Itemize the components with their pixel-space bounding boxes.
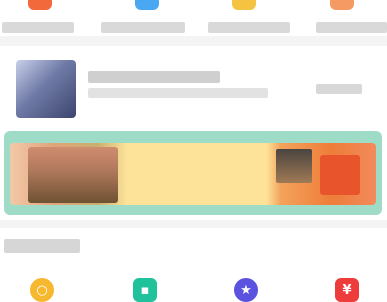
section-divider — [0, 36, 387, 46]
banner-image — [10, 143, 376, 205]
yen-icon[interactable]: ¥ — [335, 278, 359, 302]
banner-people-image — [28, 147, 118, 203]
card-meta — [316, 84, 362, 94]
card-title — [88, 71, 220, 83]
category-icon-3[interactable] — [232, 0, 256, 10]
card-thumbnail — [16, 60, 76, 118]
category-icon-4[interactable] — [330, 0, 354, 10]
ring-glyph: ○ — [36, 282, 48, 298]
ring-icon[interactable]: ○ — [30, 278, 54, 302]
banner-product-image — [276, 149, 312, 183]
category-label-3 — [208, 22, 290, 33]
banner-badge — [320, 155, 360, 195]
yen-glyph: ¥ — [342, 282, 352, 298]
star-glyph: ★ — [240, 282, 252, 298]
category-label-2 — [101, 22, 185, 33]
note-glyph: ▪ — [140, 282, 150, 298]
category-icon-2[interactable] — [135, 0, 159, 10]
section-title — [4, 239, 80, 253]
category-label-1 — [2, 22, 74, 33]
category-icon-1[interactable] — [28, 0, 52, 10]
note-icon[interactable]: ▪ — [133, 278, 157, 302]
category-label-4 — [316, 22, 387, 33]
promo-banner[interactable] — [4, 131, 382, 215]
star-icon[interactable]: ★ — [234, 278, 258, 302]
section-divider-2 — [0, 220, 387, 228]
card-subtitle — [88, 88, 268, 98]
